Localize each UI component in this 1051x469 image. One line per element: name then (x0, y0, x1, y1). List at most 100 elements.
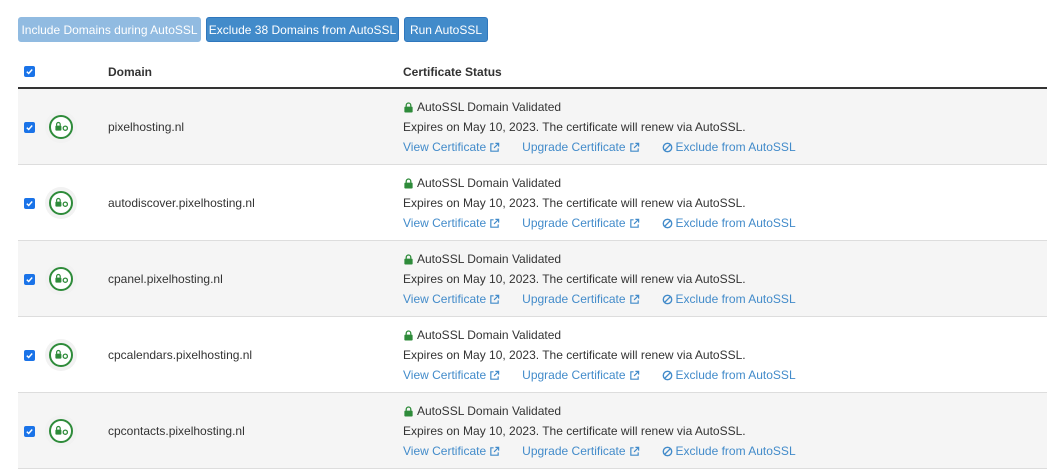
table-row: cpcalendars.pixelhosting.nl AutoSSL Doma… (18, 317, 1047, 393)
upgrade-certificate-label: Upgrade Certificate (522, 444, 626, 458)
row-checkbox[interactable] (24, 426, 35, 437)
lock-key-icon (45, 111, 77, 143)
upgrade-certificate-link[interactable]: Upgrade Certificate (522, 289, 639, 309)
checkmark-icon (26, 69, 33, 75)
lock-icon (404, 405, 413, 417)
domain-name: cpcontacts.pixelhosting.nl (108, 424, 245, 438)
lock-icon (404, 253, 413, 265)
exclude-label: Exclude from AutoSSL (675, 140, 796, 154)
view-certificate-link[interactable]: View Certificate (403, 441, 500, 461)
status-title: AutoSSL Domain Validated (417, 328, 562, 342)
checkmark-icon (26, 353, 33, 359)
autossl-toolbar: Include Domains during AutoSSL Exclude 3… (18, 17, 488, 42)
lock-key-icon (45, 187, 77, 219)
upgrade-certificate-link[interactable]: Upgrade Certificate (522, 441, 639, 461)
exclude-label: Exclude from AutoSSL (675, 444, 796, 458)
expiry-text: Expires on May 10, 2023. The certificate… (403, 348, 746, 362)
view-certificate-link[interactable]: View Certificate (403, 137, 500, 157)
expiry-text: Expires on May 10, 2023. The certificate… (403, 424, 746, 438)
domain-name: cpcalendars.pixelhosting.nl (108, 348, 253, 362)
view-certificate-link[interactable]: View Certificate (403, 213, 500, 233)
exclude-from-autossl-link[interactable]: Exclude from AutoSSL (662, 213, 796, 233)
exclude-label: Exclude from AutoSSL (675, 368, 796, 382)
run-autossl-button[interactable]: Run AutoSSL (404, 17, 488, 42)
domains-table: Domain Certificate Status pixelhosting.n… (18, 57, 1047, 469)
table-row: cpanel.pixelhosting.nl AutoSSL Domain Va… (18, 241, 1047, 317)
row-checkbox[interactable] (24, 350, 35, 361)
certificate-status: AutoSSL Domain Validated Expires on May … (403, 173, 796, 233)
external-link-icon (629, 142, 639, 152)
view-certificate-link[interactable]: View Certificate (403, 289, 500, 309)
row-checkbox[interactable] (24, 274, 35, 285)
ban-icon (662, 294, 672, 304)
certificate-status: AutoSSL Domain Validated Expires on May … (403, 97, 796, 157)
external-link-icon (490, 446, 500, 456)
lock-key-icon (45, 263, 77, 295)
ban-icon (662, 446, 672, 456)
status-column-header: Certificate Status (403, 65, 502, 79)
exclude-label: Exclude from AutoSSL (675, 216, 796, 230)
status-title: AutoSSL Domain Validated (417, 252, 562, 266)
table-body: pixelhosting.nl AutoSSL Domain Validated… (18, 89, 1047, 469)
ban-icon (662, 370, 672, 380)
ban-icon (662, 218, 672, 228)
lock-icon (404, 177, 413, 189)
external-link-icon (490, 370, 500, 380)
external-link-icon (490, 142, 500, 152)
exclude-from-autossl-link[interactable]: Exclude from AutoSSL (662, 137, 796, 157)
domain-name: cpanel.pixelhosting.nl (108, 272, 223, 286)
checkmark-icon (26, 201, 33, 207)
certificate-status: AutoSSL Domain Validated Expires on May … (403, 249, 796, 309)
upgrade-certificate-link[interactable]: Upgrade Certificate (522, 365, 639, 385)
lock-icon (404, 329, 413, 341)
table-header: Domain Certificate Status (18, 57, 1047, 89)
select-all-checkbox[interactable] (24, 66, 35, 77)
lock-key-icon (45, 415, 77, 447)
upgrade-certificate-link[interactable]: Upgrade Certificate (522, 137, 639, 157)
exclude-from-autossl-link[interactable]: Exclude from AutoSSL (662, 365, 796, 385)
expiry-text: Expires on May 10, 2023. The certificate… (403, 120, 746, 134)
upgrade-certificate-link[interactable]: Upgrade Certificate (522, 213, 639, 233)
external-link-icon (629, 294, 639, 304)
domain-name: pixelhosting.nl (108, 120, 185, 134)
table-row: cpcontacts.pixelhosting.nl AutoSSL Domai… (18, 393, 1047, 469)
checkmark-icon (26, 277, 33, 283)
row-checkbox[interactable] (24, 122, 35, 133)
upgrade-certificate-label: Upgrade Certificate (522, 368, 626, 382)
upgrade-certificate-label: Upgrade Certificate (522, 216, 626, 230)
include-domains-button[interactable]: Include Domains during AutoSSL (18, 17, 201, 42)
domain-column-header: Domain (108, 65, 153, 79)
lock-key-icon (45, 339, 77, 371)
table-row: autodiscover.pixelhosting.nl AutoSSL Dom… (18, 165, 1047, 241)
domain-name: autodiscover.pixelhosting.nl (108, 196, 255, 210)
checkmark-icon (26, 429, 33, 435)
expiry-text: Expires on May 10, 2023. The certificate… (403, 196, 746, 210)
table-row: pixelhosting.nl AutoSSL Domain Validated… (18, 89, 1047, 165)
status-title: AutoSSL Domain Validated (417, 176, 562, 190)
exclude-from-autossl-link[interactable]: Exclude from AutoSSL (662, 289, 796, 309)
row-checkbox[interactable] (24, 198, 35, 209)
view-certificate-label: View Certificate (403, 444, 487, 458)
status-title: AutoSSL Domain Validated (417, 100, 562, 114)
checkmark-icon (26, 125, 33, 131)
external-link-icon (629, 446, 639, 456)
view-certificate-label: View Certificate (403, 368, 487, 382)
external-link-icon (629, 370, 639, 380)
certificate-status: AutoSSL Domain Validated Expires on May … (403, 401, 796, 461)
exclude-from-autossl-link[interactable]: Exclude from AutoSSL (662, 441, 796, 461)
upgrade-certificate-label: Upgrade Certificate (522, 292, 626, 306)
lock-icon (404, 101, 413, 113)
status-title: AutoSSL Domain Validated (417, 404, 562, 418)
upgrade-certificate-label: Upgrade Certificate (522, 140, 626, 154)
view-certificate-label: View Certificate (403, 292, 487, 306)
certificate-status: AutoSSL Domain Validated Expires on May … (403, 325, 796, 385)
view-certificate-link[interactable]: View Certificate (403, 365, 500, 385)
ban-icon (662, 142, 672, 152)
external-link-icon (629, 218, 639, 228)
view-certificate-label: View Certificate (403, 216, 487, 230)
exclude-label: Exclude from AutoSSL (675, 292, 796, 306)
external-link-icon (490, 218, 500, 228)
exclude-domains-button[interactable]: Exclude 38 Domains from AutoSSL (206, 17, 399, 42)
expiry-text: Expires on May 10, 2023. The certificate… (403, 272, 746, 286)
view-certificate-label: View Certificate (403, 140, 487, 154)
